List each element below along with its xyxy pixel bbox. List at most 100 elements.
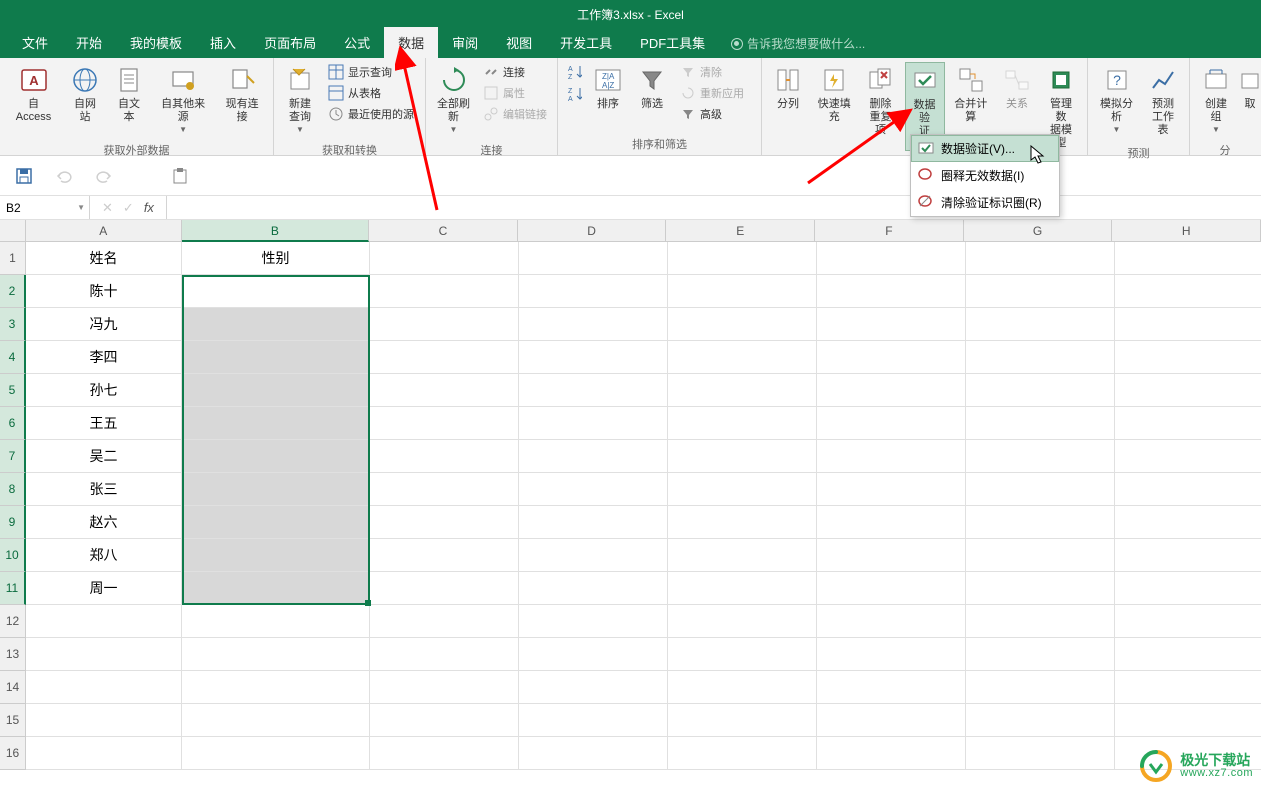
cell-D1[interactable] — [519, 242, 668, 275]
cell-D11[interactable] — [519, 572, 668, 605]
row-header-1[interactable]: 1 — [0, 242, 26, 275]
cell-D12[interactable] — [519, 605, 668, 638]
connections-button[interactable]: 连接 — [479, 62, 551, 82]
cell-G14[interactable] — [966, 671, 1115, 704]
cell-B14[interactable] — [182, 671, 370, 704]
cell-G4[interactable] — [966, 341, 1115, 374]
row-header-8[interactable]: 8 — [0, 473, 26, 506]
col-header-B[interactable]: B — [182, 220, 370, 242]
cell-C2[interactable] — [370, 275, 519, 308]
tab-data[interactable]: 数据 — [384, 27, 438, 58]
cell-H15[interactable] — [1115, 704, 1261, 737]
cell-A9[interactable]: 赵六 — [26, 506, 182, 539]
cell-H11[interactable] — [1115, 572, 1261, 605]
cell-A3[interactable]: 冯九 — [26, 308, 182, 341]
cell-B1[interactable]: 性别 — [182, 242, 370, 275]
cell-G15[interactable] — [966, 704, 1115, 737]
cell-E1[interactable] — [668, 242, 817, 275]
cell-E12[interactable] — [668, 605, 817, 638]
cell-E13[interactable] — [668, 638, 817, 671]
cell-B6[interactable] — [182, 407, 370, 440]
cell-E5[interactable] — [668, 374, 817, 407]
paste-button[interactable] — [168, 164, 192, 188]
fx-icon[interactable]: fx — [144, 200, 154, 215]
cell-A5[interactable]: 孙七 — [26, 374, 182, 407]
cell-G6[interactable] — [966, 407, 1115, 440]
cell-A7[interactable]: 吴二 — [26, 440, 182, 473]
row-header-3[interactable]: 3 — [0, 308, 26, 341]
cell-A8[interactable]: 张三 — [26, 473, 182, 506]
row-header-11[interactable]: 11 — [0, 572, 26, 605]
row-header-16[interactable]: 16 — [0, 737, 26, 770]
cell-H4[interactable] — [1115, 341, 1261, 374]
cell-F10[interactable] — [817, 539, 966, 572]
row-header-4[interactable]: 4 — [0, 341, 26, 374]
cell-B10[interactable] — [182, 539, 370, 572]
cell-B11[interactable] — [182, 572, 370, 605]
col-header-G[interactable]: G — [964, 220, 1113, 242]
col-header-H[interactable]: H — [1112, 220, 1261, 242]
cell-D4[interactable] — [519, 341, 668, 374]
advanced-filter-button[interactable]: 高级 — [676, 104, 748, 124]
cell-B13[interactable] — [182, 638, 370, 671]
cell-C6[interactable] — [370, 407, 519, 440]
sort-desc-button[interactable]: ZA — [564, 84, 584, 104]
undo-button[interactable] — [52, 164, 76, 188]
cell-H12[interactable] — [1115, 605, 1261, 638]
row-header-5[interactable]: 5 — [0, 374, 26, 407]
show-queries-button[interactable]: 显示查询 — [324, 62, 418, 82]
cell-A6[interactable]: 王五 — [26, 407, 182, 440]
cell-C12[interactable] — [370, 605, 519, 638]
tab-devtools[interactable]: 开发工具 — [546, 27, 626, 58]
cell-C13[interactable] — [370, 638, 519, 671]
cell-E9[interactable] — [668, 506, 817, 539]
cell-A2[interactable]: 陈十 — [26, 275, 182, 308]
cell-H5[interactable] — [1115, 374, 1261, 407]
cell-G1[interactable] — [966, 242, 1115, 275]
cell-E14[interactable] — [668, 671, 817, 704]
row-header-6[interactable]: 6 — [0, 407, 26, 440]
cell-E2[interactable] — [668, 275, 817, 308]
cell-D16[interactable] — [519, 737, 668, 770]
cell-E6[interactable] — [668, 407, 817, 440]
cell-H9[interactable] — [1115, 506, 1261, 539]
cell-A14[interactable] — [26, 671, 182, 704]
from-table-button[interactable]: 从表格 — [324, 83, 418, 103]
cell-F13[interactable] — [817, 638, 966, 671]
existing-connections-button[interactable]: 现有连接 — [217, 62, 267, 126]
cell-G12[interactable] — [966, 605, 1115, 638]
cell-C7[interactable] — [370, 440, 519, 473]
cell-G9[interactable] — [966, 506, 1115, 539]
cell-G10[interactable] — [966, 539, 1115, 572]
cell-A10[interactable]: 郑八 — [26, 539, 182, 572]
cell-A1[interactable]: 姓名 — [26, 242, 182, 275]
flash-fill-button[interactable]: 快速填充 — [812, 62, 857, 126]
from-other-button[interactable]: 自其他来源 ▼ — [153, 62, 213, 136]
from-text-button[interactable]: 自文本 — [109, 62, 149, 126]
redo-button[interactable] — [92, 164, 116, 188]
col-header-D[interactable]: D — [518, 220, 667, 242]
text-to-columns-button[interactable]: 分列 — [768, 62, 808, 113]
cell-C16[interactable] — [370, 737, 519, 770]
cell-F6[interactable] — [817, 407, 966, 440]
row-header-13[interactable]: 13 — [0, 638, 26, 671]
cell-B16[interactable] — [182, 737, 370, 770]
cell-C8[interactable] — [370, 473, 519, 506]
cell-E10[interactable] — [668, 539, 817, 572]
col-header-E[interactable]: E — [666, 220, 815, 242]
cell-G7[interactable] — [966, 440, 1115, 473]
what-if-button[interactable]: ? 模拟分析 ▼ — [1094, 62, 1139, 136]
cell-B7[interactable] — [182, 440, 370, 473]
cell-A13[interactable] — [26, 638, 182, 671]
row-header-9[interactable]: 9 — [0, 506, 26, 539]
cell-B12[interactable] — [182, 605, 370, 638]
row-header-14[interactable]: 14 — [0, 671, 26, 704]
row-header-12[interactable]: 12 — [0, 605, 26, 638]
cell-E8[interactable] — [668, 473, 817, 506]
new-query-button[interactable]: 新建 查询 ▼ — [280, 62, 320, 136]
name-box[interactable]: B2 ▼ — [0, 196, 90, 219]
tab-mytemplate[interactable]: 我的模板 — [116, 27, 196, 58]
group-button[interactable]: 创建组 ▼ — [1196, 62, 1236, 136]
cell-D2[interactable] — [519, 275, 668, 308]
ungroup-button[interactable]: 取 — [1240, 62, 1260, 113]
